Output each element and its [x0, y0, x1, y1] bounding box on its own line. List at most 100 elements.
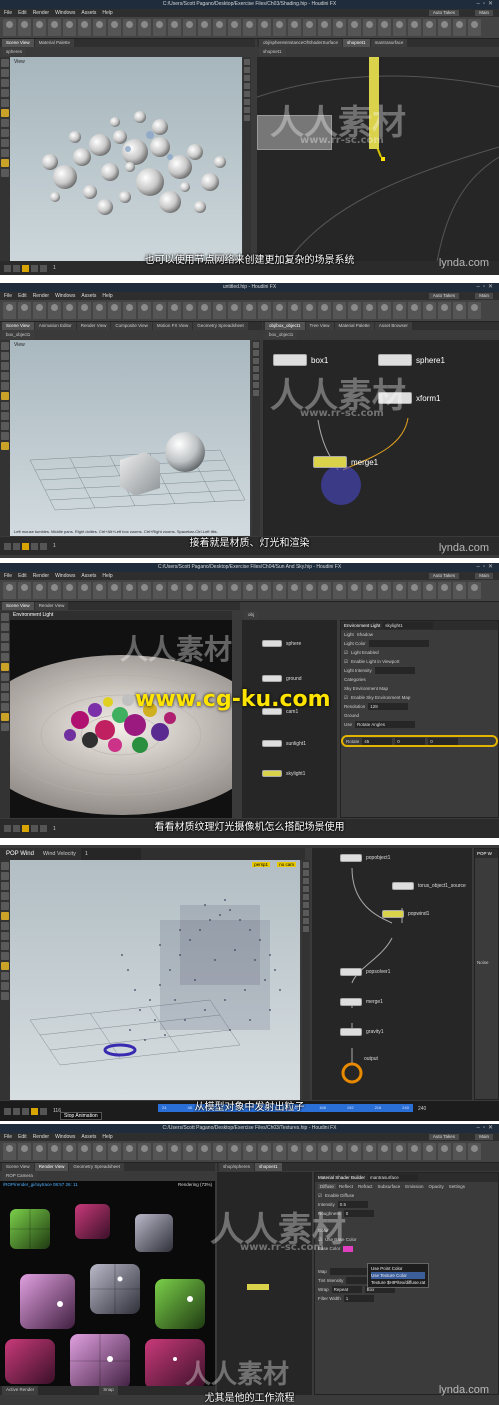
tab-tree-view[interactable]: Tree View: [305, 322, 334, 330]
checkbox-icon[interactable]: ☑: [318, 1237, 322, 1243]
display-option-icon[interactable]: [303, 886, 309, 892]
pose-tool-icon[interactable]: [1, 392, 9, 400]
menu-render[interactable]: Render: [33, 1134, 49, 1140]
menu-file[interactable]: File: [4, 573, 12, 579]
magnet-icon[interactable]: [1, 703, 9, 711]
shelf-tool[interactable]: [33, 19, 46, 36]
shelf-tool[interactable]: [348, 19, 361, 36]
window-controls[interactable]: –▫✕: [477, 563, 497, 572]
menu-render[interactable]: Render: [33, 10, 49, 16]
scene-viewport[interactable]: View: [10, 57, 242, 262]
tab-render-view[interactable]: Render View: [76, 322, 111, 330]
light-tool-icon[interactable]: [1, 962, 9, 970]
menu-file[interactable]: File: [4, 10, 12, 16]
shelf-tool[interactable]: [393, 582, 406, 599]
paint-tool-icon[interactable]: [1, 992, 9, 1000]
display-option-icon[interactable]: [253, 382, 259, 388]
display-option-icon[interactable]: [244, 67, 250, 73]
shelf-tool[interactable]: [198, 1143, 211, 1160]
shelf-tool[interactable]: [363, 19, 376, 36]
select-tool-icon[interactable]: [1, 613, 9, 621]
pose-tool-icon[interactable]: [1, 912, 9, 920]
display-option-icon[interactable]: [253, 342, 259, 348]
path-item[interactable]: shopnet1: [259, 48, 286, 56]
shelf-tool[interactable]: [393, 302, 406, 319]
window-controls[interactable]: –▫✕: [477, 1124, 497, 1133]
shelf-tool[interactable]: [228, 19, 241, 36]
shelf-tool[interactable]: [273, 302, 286, 319]
shelf-tool[interactable]: [183, 302, 196, 319]
node-body[interactable]: [273, 354, 307, 366]
shelf-tool[interactable]: [183, 1143, 196, 1160]
handle-tool-icon[interactable]: [1, 902, 9, 910]
node-body[interactable]: [262, 640, 282, 647]
shelf-tool[interactable]: [48, 582, 61, 599]
tab-diffuse[interactable]: Diffuse: [318, 1184, 336, 1189]
rotate-mode-dropdown[interactable]: Rotate Angles: [355, 721, 416, 728]
render-region-icon[interactable]: [1, 932, 9, 940]
tab-geometry-spreadsheet[interactable]: Geometry Spreadsheet: [193, 322, 248, 330]
handle-tool-icon[interactable]: [1, 382, 9, 390]
shelf-tool[interactable]: [198, 582, 211, 599]
rotate-tool-icon[interactable]: [1, 633, 9, 641]
select-tool-icon[interactable]: [1, 342, 9, 350]
menu-edit[interactable]: Edit: [18, 573, 27, 579]
node-torus-source[interactable]: torus_object1_source: [392, 882, 466, 890]
display-option-icon[interactable]: [303, 894, 309, 900]
takes-dropdown[interactable]: Auto Takes: [428, 1134, 459, 1140]
tab-scene-view[interactable]: Scene View: [2, 322, 34, 330]
shelf-tool[interactable]: [468, 302, 481, 319]
shelf-tool[interactable]: [3, 302, 16, 319]
shelf-tool[interactable]: [198, 19, 211, 36]
tab-scene-view[interactable]: Scene View: [2, 602, 34, 610]
shelf-tool[interactable]: [363, 582, 376, 599]
shelf-tool[interactable]: [258, 302, 271, 319]
wind-velocity-field[interactable]: 1: [80, 848, 141, 860]
node-popobject1[interactable]: popobject1: [340, 854, 390, 862]
display-option-icon[interactable]: [253, 374, 259, 380]
shelf-tool[interactable]: [453, 19, 466, 36]
tab-render-view[interactable]: Render View: [34, 1163, 69, 1171]
tab-noise[interactable]: Noise: [475, 958, 498, 967]
display-option-icon[interactable]: [253, 350, 259, 356]
tab-refract[interactable]: Refract: [356, 1184, 375, 1189]
snap-icon[interactable]: [1, 942, 9, 950]
display-option-icon[interactable]: [303, 926, 309, 932]
node-merge1[interactable]: merge1: [313, 456, 378, 468]
shelf-tool[interactable]: [303, 1143, 316, 1160]
shelf-tool[interactable]: [168, 19, 181, 36]
menu-edit[interactable]: Edit: [18, 10, 27, 16]
shelf-tool[interactable]: [378, 302, 391, 319]
node-merge1[interactable]: merge1: [340, 998, 383, 1006]
shelf-tool[interactable]: [63, 302, 76, 319]
desktop-dropdown[interactable]: Main: [475, 1134, 493, 1140]
shelf-tool[interactable]: [78, 582, 91, 599]
scene-viewport[interactable]: persp1 no cam: [10, 860, 300, 1100]
resolution-field[interactable]: 128: [368, 703, 409, 710]
select-tool-icon[interactable]: [1, 59, 9, 67]
desktop-dropdown[interactable]: Main: [475, 10, 493, 16]
network-editor[interactable]: box1 sphere1 xform1 merge1: [263, 340, 499, 536]
shelf-tool[interactable]: [243, 582, 256, 599]
takes-dropdown[interactable]: Auto Takes: [428, 573, 459, 579]
shelf-tool[interactable]: [468, 1143, 481, 1160]
tab-animation-editor[interactable]: Animation Editor: [34, 322, 76, 330]
checkbox-icon[interactable]: ☑: [344, 695, 348, 701]
shelf-tool[interactable]: [393, 1143, 406, 1160]
menu-assets[interactable]: Assets: [81, 573, 96, 579]
shelf-tool[interactable]: [288, 302, 301, 319]
shelf-tool[interactable]: [63, 582, 76, 599]
menu-help[interactable]: Help: [102, 10, 112, 16]
shelf-tool[interactable]: [48, 1143, 61, 1160]
render-region-icon[interactable]: [1, 129, 9, 137]
display-option-icon[interactable]: [244, 91, 250, 97]
node-popwind1[interactable]: popwind1: [382, 910, 429, 918]
render-camera-dropdown[interactable]: ROP Camera: [2, 1172, 37, 1180]
shelf-tool[interactable]: [78, 302, 91, 319]
node-sphere[interactable]: sphere: [262, 640, 301, 647]
shelf-tool[interactable]: [408, 19, 421, 36]
shelf-tool[interactable]: [438, 582, 451, 599]
snap-icon[interactable]: [1, 422, 9, 430]
network-editor[interactable]: [217, 1172, 312, 1395]
roughness-field[interactable]: 0: [343, 1210, 374, 1217]
